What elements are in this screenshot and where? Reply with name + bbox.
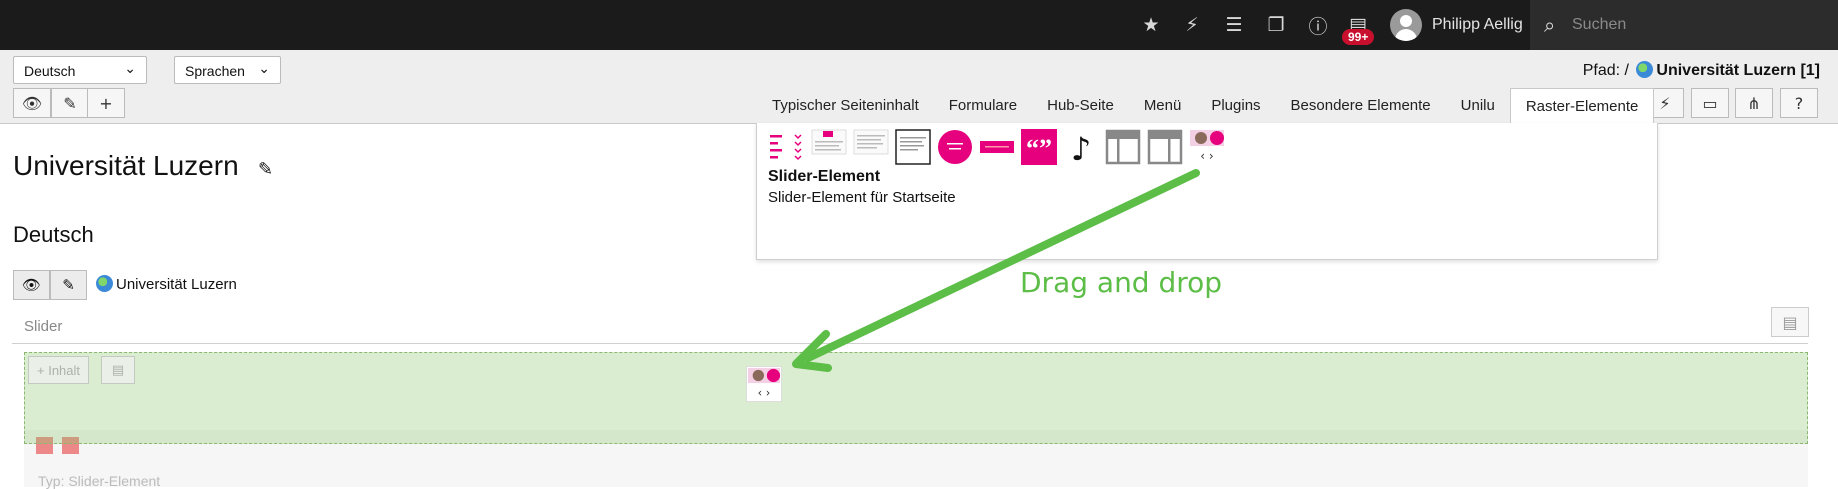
annotation-label: Drag and drop <box>1020 266 1223 299</box>
drag-arrow-annotation <box>792 169 1200 372</box>
